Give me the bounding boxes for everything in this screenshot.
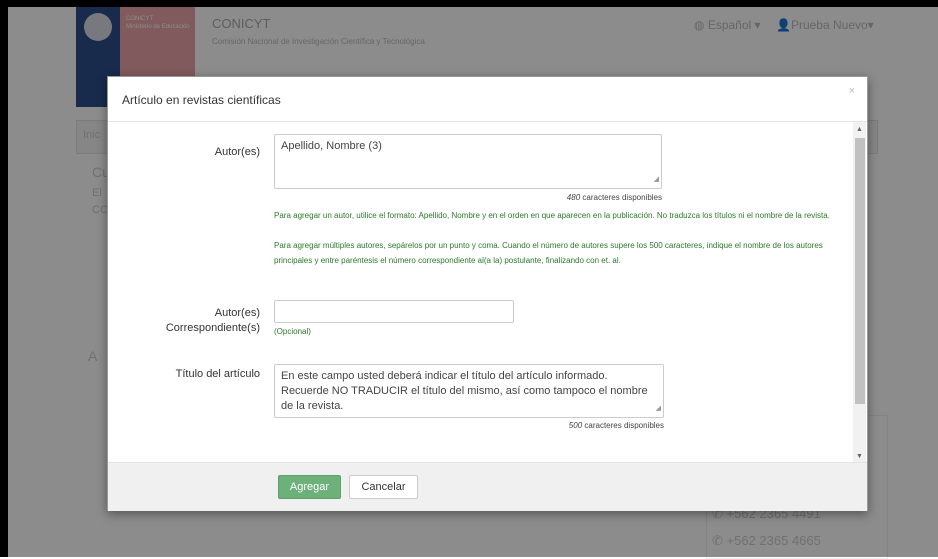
modal-title: Artículo en revistas científicas — [122, 93, 281, 107]
authors-value: Apellido, Nombre (3) — [281, 140, 382, 152]
corresponding-label: Autor(es) Correspondiente(s) — [148, 306, 260, 336]
window-frame-top — [0, 0, 938, 7]
authors-help-text-2: Para agregar múltiples autores, sepárelo… — [274, 241, 823, 265]
article-title-counter-text: caracteres disponibles — [584, 421, 664, 430]
article-title-counter-number: 500 — [568, 421, 583, 430]
scrollbar-thumb[interactable] — [855, 138, 865, 404]
authors-char-counter: 480 caracteres disponibles — [448, 193, 662, 202]
scroll-up-arrow-icon[interactable]: ▲ — [856, 126, 863, 133]
authors-help-text-1: Para agregar un autor, utilice el format… — [274, 211, 830, 220]
article-title-value: En este campo usted deberá indicar el tí… — [281, 370, 648, 412]
modal-header: Artículo en revistas científicas × — [108, 77, 867, 122]
article-title-label: Título del artículo — [175, 368, 260, 380]
modal-scrollbar[interactable]: ▲ ▼ — [853, 122, 866, 462]
modal-footer: Agregar Cancelar — [108, 462, 867, 511]
resize-grip-icon[interactable]: ◢ — [654, 172, 659, 187]
add-button[interactable]: Agregar — [278, 475, 341, 499]
corresponding-label-line1: Autor(es) — [214, 307, 260, 319]
window-frame-left — [0, 0, 8, 557]
article-modal: Artículo en revistas científicas × Autor… — [107, 76, 868, 511]
corresponding-input[interactable] — [274, 300, 514, 323]
authors-counter-text: caracteres disponibles — [582, 193, 662, 202]
cancel-button[interactable]: Cancelar — [349, 475, 418, 499]
article-title-textarea[interactable]: En este campo usted deberá indicar el tí… — [274, 364, 664, 418]
authors-label: Autor(es) — [214, 146, 260, 158]
corresponding-label-line2: Correspondiente(s) — [165, 322, 260, 334]
close-icon[interactable]: × — [849, 85, 855, 97]
authors-counter-number: 480 — [566, 193, 581, 202]
authors-textarea[interactable]: Apellido, Nombre (3) ◢ — [274, 134, 662, 189]
optional-hint: (Opcional) — [274, 327, 311, 336]
article-title-char-counter: 500 caracteres disponibles — [448, 421, 664, 430]
scroll-down-arrow-icon[interactable]: ▼ — [856, 453, 863, 460]
modal-body: Autor(es) Apellido, Nombre (3) ◢ 480 car… — [108, 122, 853, 462]
resize-grip-icon[interactable]: ◢ — [656, 401, 661, 416]
